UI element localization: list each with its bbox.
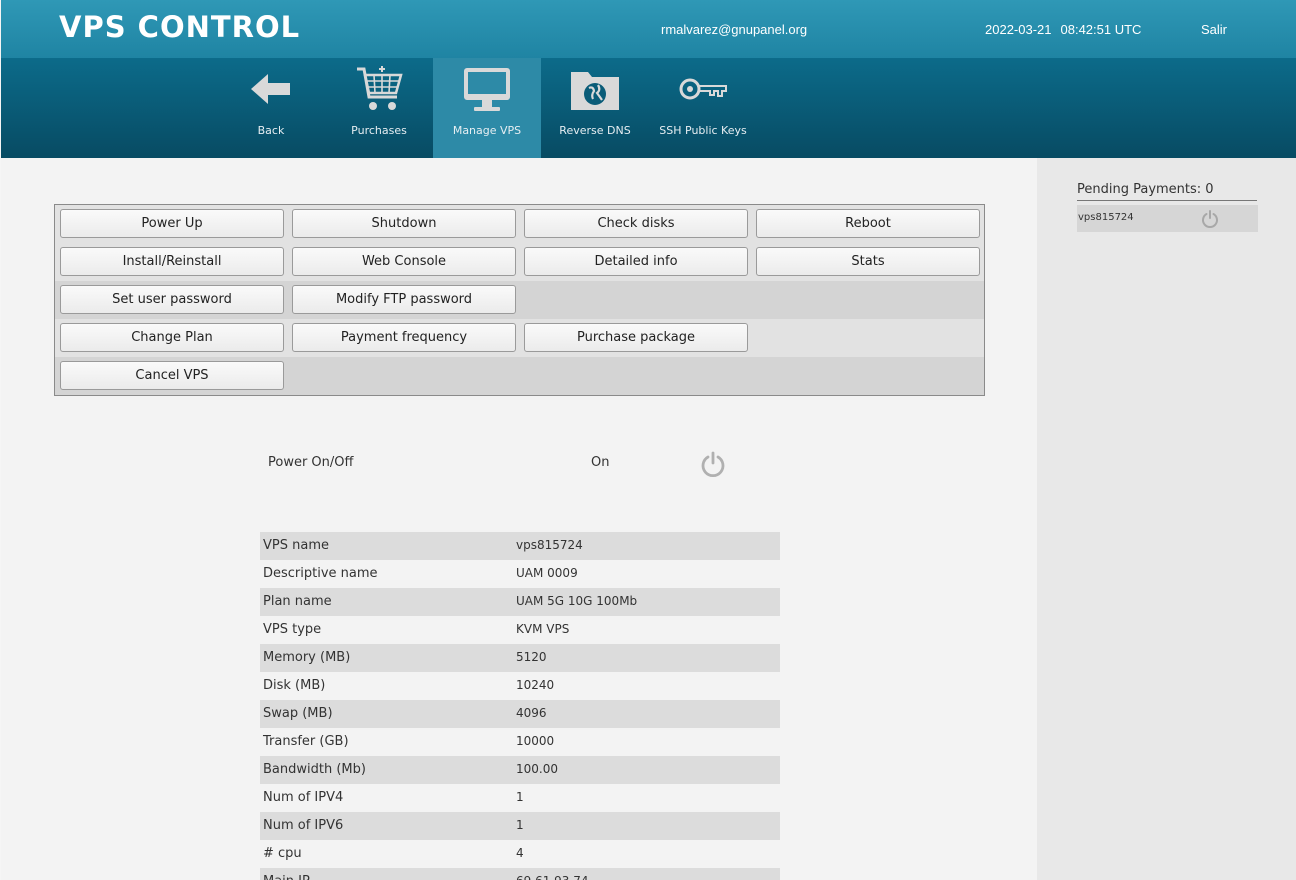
info-value: 1 <box>516 790 524 804</box>
power-icon[interactable] <box>699 450 727 478</box>
set-user-password-button[interactable]: Set user password <box>60 285 284 314</box>
cancel-vps-button[interactable]: Cancel VPS <box>60 361 284 390</box>
nav-bar: Back Purchases Manage VPS Reverse DNS SS… <box>1 58 1296 158</box>
logout-link[interactable]: Salir <box>1201 22 1227 37</box>
brand-title: VPS CONTROL <box>59 10 301 44</box>
globe-folder-icon <box>571 72 619 110</box>
info-value: UAM 0009 <box>516 566 578 580</box>
info-value: KVM VPS <box>516 622 570 636</box>
info-row: Num of IPV6 1 <box>260 812 780 840</box>
nav-label: SSH Public Keys <box>659 124 747 137</box>
info-value: UAM 5G 10G 100Mb <box>516 594 638 608</box>
info-row: Disk (MB) 10240 <box>260 672 780 700</box>
info-value: 10000 <box>516 734 555 748</box>
info-row: Main IP 69.61.93.74 <box>260 868 780 880</box>
info-row: Plan name UAM 5G 10G 100Mb <box>260 588 780 616</box>
info-key: VPS name <box>263 538 329 553</box>
pending-payments-title: Pending Payments: 0 <box>1077 182 1257 201</box>
install-reinstall-button[interactable]: Install/Reinstall <box>60 247 284 276</box>
info-key: Num of IPV6 <box>263 818 344 833</box>
vps-actions-panel: Power Up Shutdown Check disks Reboot Ins… <box>54 204 985 396</box>
info-row: Transfer (GB) 10000 <box>260 728 780 756</box>
nav-item-manage-vps[interactable]: Manage VPS <box>433 58 541 158</box>
info-key: Descriptive name <box>263 566 378 581</box>
top-bar: VPS CONTROL rmalvarez@gnupanel.org 2022-… <box>1 0 1296 58</box>
nav-label: Reverse DNS <box>559 124 631 137</box>
info-row: VPS name vps815724 <box>260 532 780 560</box>
actions-row: Cancel VPS <box>55 357 984 395</box>
info-row: # cpu 4 <box>260 840 780 868</box>
key-icon <box>679 78 727 100</box>
info-value: 10240 <box>516 678 555 692</box>
change-plan-button[interactable]: Change Plan <box>60 323 284 352</box>
info-row: Swap (MB) 4096 <box>260 700 780 728</box>
user-email: rmalvarez@gnupanel.org <box>661 22 808 37</box>
nav-item-reverse-dns[interactable]: Reverse DNS <box>541 58 649 158</box>
info-value: 100.00 <box>516 762 558 776</box>
info-key: Transfer (GB) <box>263 734 349 749</box>
nav-item-ssh-keys[interactable]: SSH Public Keys <box>649 58 757 158</box>
shutdown-button[interactable]: Shutdown <box>292 209 516 238</box>
power-toggle-label: Power On/Off <box>268 455 354 470</box>
info-row: Bandwidth (Mb) 100.00 <box>260 756 780 784</box>
main-content: Power Up Shutdown Check disks Reboot Ins… <box>1 158 1037 880</box>
pending-payments-sidebar: Pending Payments: 0 vps815724 <box>1037 158 1296 880</box>
power-up-button[interactable]: Power Up <box>60 209 284 238</box>
info-row: VPS type KVM VPS <box>260 616 780 644</box>
actions-row: Install/Reinstall Web Console Detailed i… <box>55 243 984 281</box>
actions-row: Change Plan Payment frequency Purchase p… <box>55 319 984 357</box>
nav-label: Purchases <box>351 124 407 137</box>
monitor-icon <box>464 68 510 111</box>
vps-info-table: VPS name vps815724 Descriptive name UAM 000… <box>260 532 780 880</box>
info-row: Descriptive name UAM 0009 <box>260 560 780 588</box>
power-icon[interactable] <box>1200 209 1220 229</box>
actions-row: Power Up Shutdown Check disks Reboot <box>55 205 984 243</box>
info-key: Plan name <box>263 594 332 609</box>
reboot-button[interactable]: Reboot <box>756 209 980 238</box>
server-datetime: 2022-03-21 08:42:51 UTC <box>985 22 1150 37</box>
info-key: VPS type <box>263 622 322 637</box>
purchase-package-button[interactable]: Purchase package <box>524 323 748 352</box>
pending-vps-row[interactable]: vps815724 <box>1077 205 1258 232</box>
power-state-value: On <box>591 455 610 470</box>
nav-label: Manage VPS <box>452 124 522 137</box>
modify-ftp-password-button[interactable]: Modify FTP password <box>292 285 516 314</box>
info-key: Swap (MB) <box>263 706 333 721</box>
nav-item-back[interactable]: Back <box>217 58 325 158</box>
info-value: 1 <box>516 818 524 832</box>
server-time: 08:42:51 UTC <box>1060 22 1142 37</box>
detailed-info-button[interactable]: Detailed info <box>524 247 748 276</box>
stats-button[interactable]: Stats <box>756 247 980 276</box>
pending-vps-name: vps815724 <box>1078 212 1134 223</box>
info-value: 69.61.93.74 <box>516 874 589 880</box>
info-value: 4 <box>516 846 524 860</box>
actions-row: Set user password Modify FTP password <box>55 281 984 319</box>
info-key: Num of IPV4 <box>263 790 344 805</box>
nav-label: Back <box>257 124 285 137</box>
info-key: # cpu <box>263 846 302 861</box>
info-value: 5120 <box>516 650 547 664</box>
info-key: Bandwidth (Mb) <box>263 762 366 777</box>
web-console-button[interactable]: Web Console <box>292 247 516 276</box>
info-key: Main IP <box>263 874 310 880</box>
nav-item-purchases[interactable]: Purchases <box>325 58 433 158</box>
back-arrow-icon <box>251 74 290 104</box>
payment-frequency-button[interactable]: Payment frequency <box>292 323 516 352</box>
server-date: 2022-03-21 <box>985 22 1052 37</box>
info-value: 4096 <box>516 706 547 720</box>
info-row: Memory (MB) 5120 <box>260 644 780 672</box>
info-key: Memory (MB) <box>263 650 351 665</box>
info-value: vps815724 <box>516 538 583 552</box>
info-key: Disk (MB) <box>263 678 326 693</box>
check-disks-button[interactable]: Check disks <box>524 209 748 238</box>
shopping-cart-icon <box>357 66 403 110</box>
info-row: Num of IPV4 1 <box>260 784 780 812</box>
